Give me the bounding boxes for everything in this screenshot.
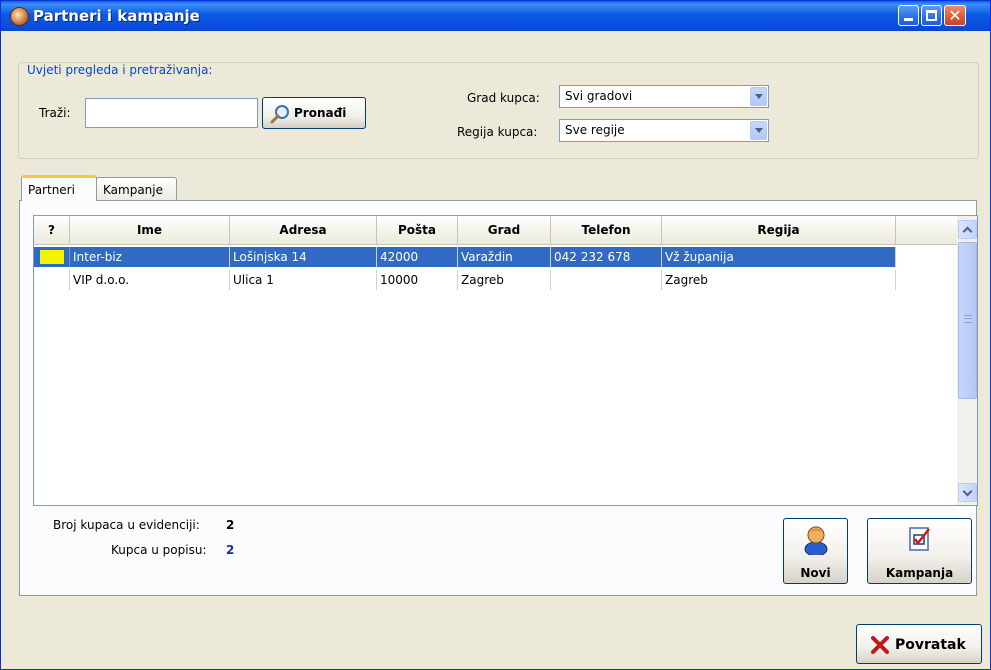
table-row[interactable]: Inter-biz Lošinjska 14 42000 Varaždin 04…	[34, 247, 896, 267]
listed-customers-value: 2	[226, 543, 235, 557]
campaign-label: Kampanja	[885, 566, 954, 580]
minimize-button[interactable]	[898, 5, 919, 26]
column-header-telefon[interactable]: Telefon	[551, 216, 662, 244]
dropdown-arrow-icon[interactable]	[750, 121, 767, 140]
new-partner-button[interactable]: Novi	[783, 518, 848, 584]
maximize-button[interactable]	[921, 5, 942, 26]
cell-posta: 10000	[377, 270, 458, 290]
scroll-down-icon	[962, 486, 973, 497]
dropdown-arrow-icon[interactable]	[750, 87, 767, 106]
city-label: Grad kupca:	[467, 91, 540, 105]
find-button-label: Pronađi	[294, 106, 347, 120]
column-header-ime[interactable]: Ime	[70, 216, 230, 244]
listed-customers-label: Kupca u popisu:	[111, 543, 207, 557]
search-input[interactable]	[85, 98, 258, 128]
scroll-up-button[interactable]	[958, 220, 977, 239]
marker-cell	[34, 270, 70, 290]
back-button[interactable]: Povratak	[856, 624, 982, 664]
tab-partneri[interactable]: Partneri	[21, 175, 97, 201]
tab-kampanje-label: Kampanje	[103, 183, 163, 197]
scroll-down-button[interactable]	[958, 483, 977, 502]
column-header-posta[interactable]: Pošta	[377, 216, 458, 244]
user-icon	[804, 526, 828, 555]
cell-regija: Zagreb	[662, 270, 896, 290]
filter-group-legend: Uvjeti pregleda i pretraživanja:	[25, 63, 215, 77]
window-title: Partneri i kampanje	[33, 7, 200, 25]
city-select-value: Svi gradovi	[565, 89, 633, 103]
minimize-icon	[904, 18, 913, 21]
tab-kampanje[interactable]: Kampanje	[96, 177, 177, 201]
region-select-value: Sve regije	[565, 123, 625, 137]
title-bar[interactable]: Partneri i kampanje ✕	[1, 1, 990, 31]
maximize-icon	[926, 10, 937, 21]
cell-adresa: Ulica 1	[230, 270, 377, 290]
cell-telefon	[551, 270, 662, 290]
column-header-regija[interactable]: Regija	[662, 216, 896, 244]
cell-ime: VIP d.o.o.	[70, 270, 230, 290]
vertical-scrollbar[interactable]	[957, 216, 977, 505]
cell-adresa: Lošinjska 14	[230, 247, 377, 267]
close-button[interactable]: ✕	[944, 5, 966, 26]
main-window: Partneri i kampanje ✕ Uvjeti pregleda i …	[0, 0, 991, 670]
total-customers-label: Broj kupaca u evidenciji:	[53, 518, 200, 532]
table-row[interactable]: VIP d.o.o. Ulica 1 10000 Zagreb Zagreb	[34, 270, 896, 290]
column-header-grad[interactable]: Grad	[458, 216, 551, 244]
close-icon: ✕	[948, 6, 962, 25]
region-select[interactable]: Sve regije	[559, 119, 769, 142]
campaign-button[interactable]: Kampanja	[867, 518, 972, 584]
back-label: Povratak	[895, 637, 966, 653]
total-customers-value: 2	[226, 518, 235, 532]
cell-telefon: 042 232 678	[551, 247, 662, 267]
scroll-up-icon	[962, 226, 973, 237]
grid-header: ? Ime Adresa Pošta Grad Telefon Regija	[34, 216, 977, 245]
tab-partneri-label: Partneri	[28, 183, 75, 197]
scroll-grip	[964, 315, 972, 323]
scroll-thumb[interactable]	[958, 242, 977, 399]
cell-grad: Varaždin	[458, 247, 551, 267]
app-icon	[10, 7, 29, 26]
cell-posta: 42000	[377, 247, 458, 267]
partners-grid[interactable]: ? Ime Adresa Pošta Grad Telefon Regija I…	[33, 215, 978, 506]
status-marker	[40, 250, 64, 264]
column-header-adresa[interactable]: Adresa	[230, 216, 377, 244]
marker-cell	[34, 247, 70, 267]
close-x-icon	[871, 636, 889, 654]
find-button[interactable]: Pronađi	[262, 97, 366, 129]
campaign-checklist-icon	[909, 527, 930, 551]
new-partner-label: Novi	[800, 566, 831, 580]
cell-grad: Zagreb	[458, 270, 551, 290]
search-icon	[270, 105, 289, 124]
search-label: Traži:	[39, 106, 71, 120]
cell-ime: Inter-biz	[70, 247, 230, 267]
region-label: Regija kupca:	[457, 125, 538, 139]
column-header-marker[interactable]: ?	[34, 216, 70, 244]
city-select[interactable]: Svi gradovi	[559, 85, 769, 108]
cell-regija: Vž županija	[662, 247, 896, 267]
